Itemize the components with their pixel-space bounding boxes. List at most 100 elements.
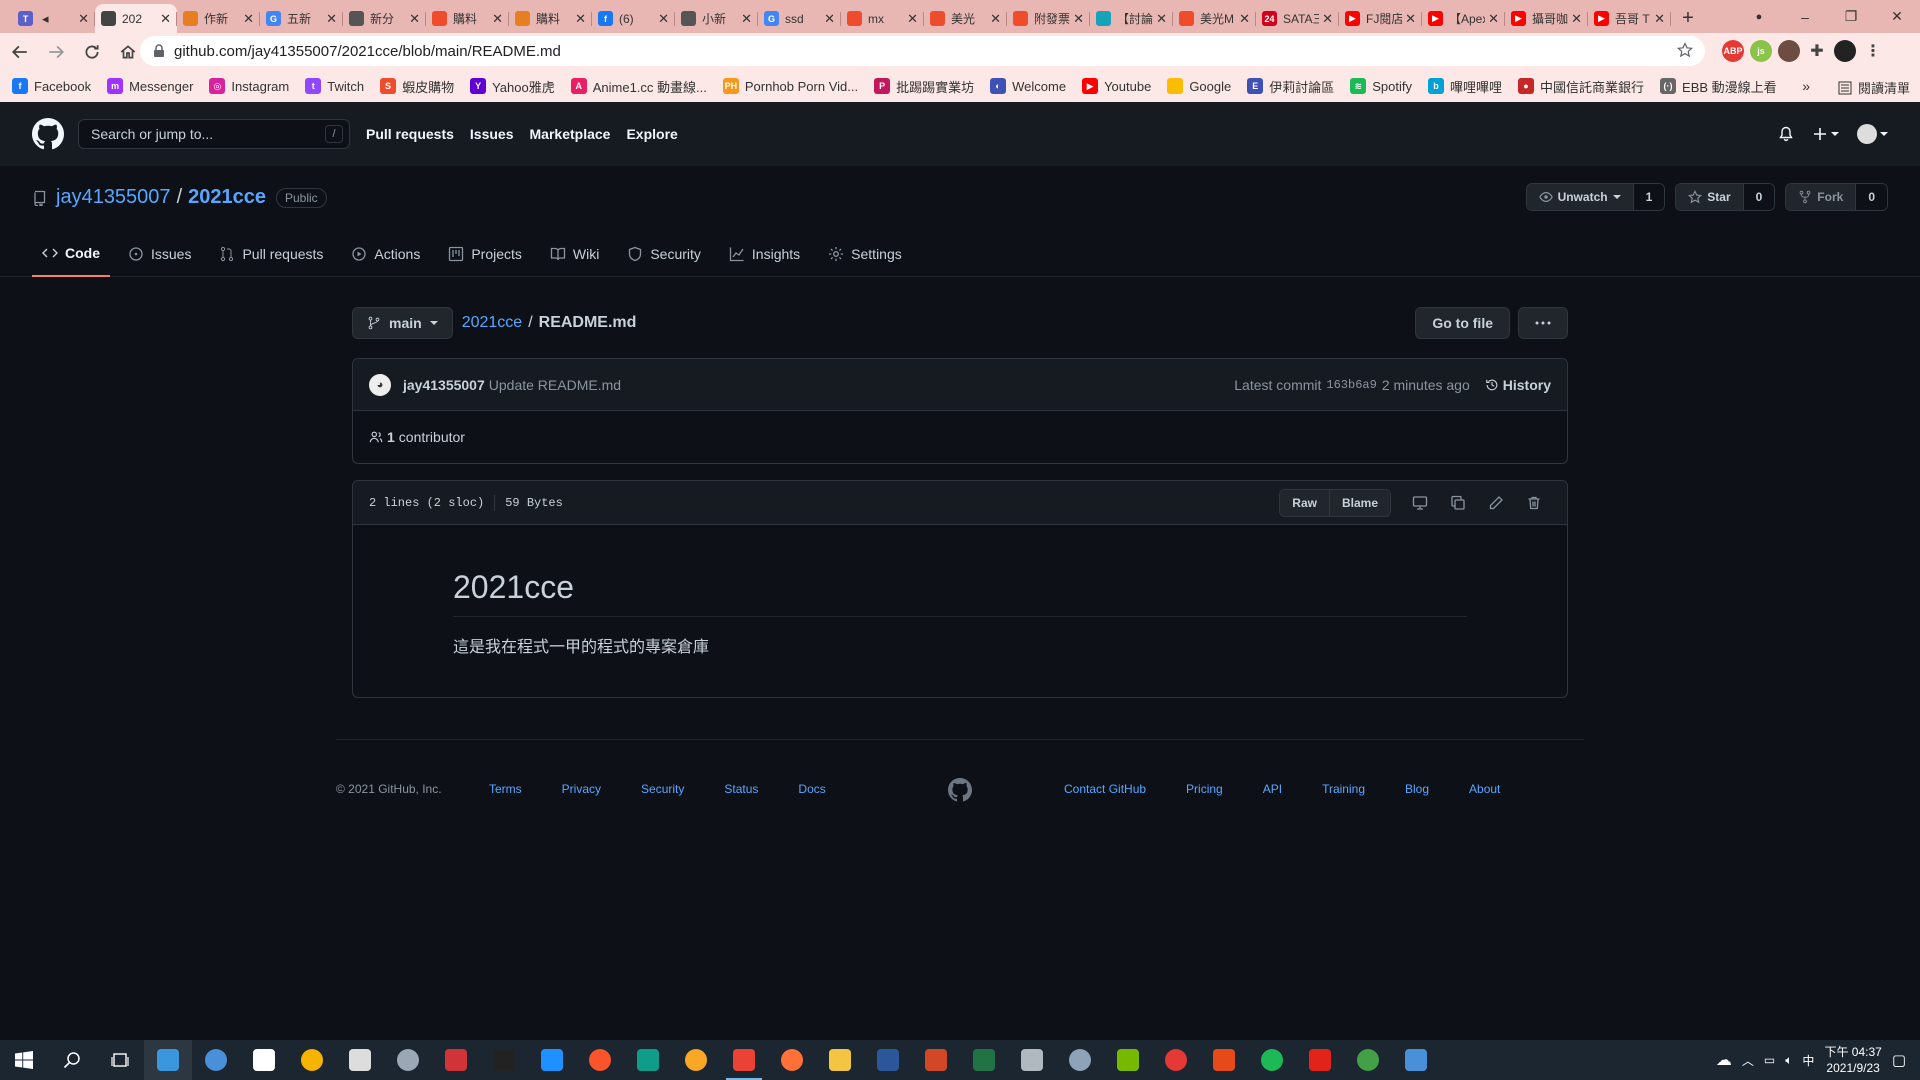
contributors-row[interactable]: 1 contributor xyxy=(353,411,1567,463)
app-icon[interactable] xyxy=(432,1040,480,1080)
bookmark-item[interactable]: S 蝦皮購物 xyxy=(380,77,454,96)
footer-link-status[interactable]: Status xyxy=(724,782,758,796)
settings-icon[interactable] xyxy=(336,1040,384,1080)
tab-close-icon[interactable]: ✕ xyxy=(1405,11,1416,27)
tab-close-icon[interactable]: ✕ xyxy=(243,11,254,27)
nav-issues[interactable]: Issues xyxy=(470,126,514,142)
app-icon[interactable] xyxy=(288,1040,336,1080)
app-icon[interactable] xyxy=(192,1040,240,1080)
browser-tab[interactable]: ▶ 攝哥咖 ✕ xyxy=(1505,4,1588,33)
commit-message-link[interactable]: Update README.md xyxy=(489,377,621,393)
edge-icon[interactable] xyxy=(624,1040,672,1080)
footer-link-security[interactable]: Security xyxy=(641,782,684,796)
extensions-puzzle-icon[interactable]: ✚ xyxy=(1806,40,1828,62)
close-window-button[interactable]: ✕ xyxy=(1874,8,1920,25)
clock[interactable]: 下午 04:37 2021/9/23 xyxy=(1824,1044,1881,1076)
bookmark-item[interactable]: A Anime1.cc 動畫線... xyxy=(570,77,707,96)
tab-close-icon[interactable]: ✕ xyxy=(658,11,669,27)
footer-link-privacy[interactable]: Privacy xyxy=(562,782,601,796)
app-icon[interactable] xyxy=(1152,1040,1200,1080)
footer-link-blog[interactable]: Blog xyxy=(1405,782,1429,796)
nvidia-icon[interactable] xyxy=(1104,1040,1152,1080)
terminal-icon[interactable] xyxy=(480,1040,528,1080)
go-to-file-button[interactable]: Go to file xyxy=(1415,307,1510,339)
ie-icon[interactable] xyxy=(528,1040,576,1080)
app-icon[interactable] xyxy=(384,1040,432,1080)
volume-icon[interactable]: 🔈︎ xyxy=(1785,1053,1792,1068)
footer-link-training[interactable]: Training xyxy=(1322,782,1365,796)
unwatch-button[interactable]: Unwatch xyxy=(1526,184,1633,210)
windows-start-icon[interactable] xyxy=(0,1040,48,1080)
network-icon[interactable]: ▭ xyxy=(1764,1053,1775,1067)
pencil-icon[interactable] xyxy=(1479,489,1513,517)
app-icon[interactable] xyxy=(1392,1040,1440,1080)
commit-author-avatar[interactable]: ◕ xyxy=(369,373,391,396)
browser-tab[interactable]: 附發票 ✕ xyxy=(1007,4,1090,33)
minimize-button[interactable]: – xyxy=(1782,9,1828,25)
bookmarks-more-button[interactable]: » xyxy=(1802,78,1810,94)
app-icon[interactable] xyxy=(1200,1040,1248,1080)
tab-issues[interactable]: Issues xyxy=(118,230,201,277)
maximize-button[interactable]: ❐ xyxy=(1828,8,1874,25)
trash-icon[interactable] xyxy=(1517,489,1551,517)
tab-close-icon[interactable]: ✕ xyxy=(1239,11,1250,27)
tray-overflow-icon[interactable]: ︿ xyxy=(1742,1052,1754,1069)
desktop-icon[interactable] xyxy=(1403,489,1437,517)
reading-list-button[interactable]: 閱讀清單 xyxy=(1838,78,1910,97)
blame-button[interactable]: Blame xyxy=(1328,490,1390,516)
browser-tab[interactable]: 小新 ✕ xyxy=(675,4,758,33)
word-icon[interactable] xyxy=(864,1040,912,1080)
tab-insights[interactable]: Insights xyxy=(719,230,810,277)
store-icon[interactable] xyxy=(240,1040,288,1080)
nav-marketplace[interactable]: Marketplace xyxy=(530,126,611,142)
browser-tab[interactable]: ▶ FJ閱店 ✕ xyxy=(1339,4,1422,33)
more-options-button[interactable] xyxy=(1518,307,1568,339)
bookmark-item[interactable]: ● 中國信託商業銀行 xyxy=(1518,77,1644,96)
extension-icon[interactable] xyxy=(1778,40,1800,62)
browser-tab[interactable]: 【討論 ✕ xyxy=(1090,4,1173,33)
browser-menu-icon[interactable]: ⋮ xyxy=(1862,40,1884,62)
firefox-icon[interactable] xyxy=(768,1040,816,1080)
tab-settings[interactable]: Settings xyxy=(818,230,912,277)
bookmark-item[interactable]: P 批踢踢實業坊 xyxy=(874,77,974,96)
tab-projects[interactable]: Projects xyxy=(438,230,532,277)
profile-avatar[interactable] xyxy=(1834,40,1856,62)
bookmark-item[interactable]: t Twitch xyxy=(305,78,364,94)
bookmark-item[interactable]: E 伊莉討論區 xyxy=(1247,77,1334,96)
browser-tab[interactable]: 美光M ✕ xyxy=(1173,4,1256,33)
tab-close-icon[interactable]: ✕ xyxy=(1571,11,1582,27)
app-icon[interactable] xyxy=(1056,1040,1104,1080)
lock-icon[interactable] xyxy=(153,44,165,58)
browser-tab[interactable]: G 五新 ✕ xyxy=(260,4,343,33)
watchers-count[interactable]: 1 xyxy=(1632,184,1665,210)
bookmark-star-icon[interactable] xyxy=(1677,42,1693,58)
tab-code[interactable]: Code xyxy=(32,230,110,277)
app-icon[interactable] xyxy=(1344,1040,1392,1080)
fork-button[interactable]: Fork xyxy=(1786,184,1856,210)
spotify-icon[interactable] xyxy=(1248,1040,1296,1080)
tab-close-icon[interactable]: ✕ xyxy=(1654,11,1665,27)
create-new-dropdown[interactable] xyxy=(1812,126,1839,142)
repo-name-link[interactable]: 2021cce xyxy=(188,186,266,209)
repo-owner-link[interactable]: jay41355007 xyxy=(56,186,171,209)
tab-close-icon[interactable]: ✕ xyxy=(78,11,89,27)
browser-tab[interactable]: T ◂ ✕ xyxy=(12,4,95,33)
footer-link-pricing[interactable]: Pricing xyxy=(1186,782,1223,796)
powerpoint-icon[interactable] xyxy=(912,1040,960,1080)
task-view-icon[interactable] xyxy=(96,1040,144,1080)
app-icon[interactable] xyxy=(672,1040,720,1080)
raw-button[interactable]: Raw xyxy=(1280,490,1329,516)
commit-sha-link[interactable]: 163b6a9 xyxy=(1326,378,1376,392)
tab-wiki[interactable]: Wiki xyxy=(540,230,609,277)
browser-tab[interactable]: f (6) ✕ xyxy=(592,4,675,33)
bookmark-item[interactable]: b 嗶哩嗶哩 xyxy=(1428,77,1502,96)
reload-button[interactable] xyxy=(76,36,108,68)
bookmark-item[interactable]: ◎ Instagram xyxy=(209,78,289,94)
tab-pull-requests[interactable]: Pull requests xyxy=(209,230,333,277)
stars-count[interactable]: 0 xyxy=(1742,184,1775,210)
browser-tab[interactable]: ▶ 吾哥 T ✕ xyxy=(1588,4,1671,33)
copy-icon[interactable] xyxy=(1441,489,1475,517)
user-menu-dropdown[interactable] xyxy=(1857,124,1888,144)
bookmark-item[interactable]: (·) EBB 動漫線上看 xyxy=(1660,77,1777,96)
browser-tab[interactable]: 202 ✕ xyxy=(95,4,177,33)
